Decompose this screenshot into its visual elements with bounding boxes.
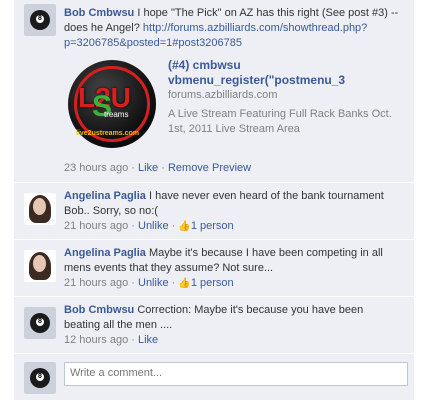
face-shape (33, 198, 46, 215)
avatar[interactable]: 8 (24, 4, 56, 36)
eight-ball-icon: 8 (30, 368, 50, 388)
comment-item: Angelina Paglia I have never even heard … (14, 183, 414, 240)
comment-time[interactable]: 23 hours ago (64, 162, 128, 174)
thumbs-up-icon: 👍 (178, 221, 191, 232)
comment-author[interactable]: Angelina Paglia (64, 247, 146, 259)
logo-url: live2ustreams.com (76, 130, 140, 137)
thumbs-up-icon: 👍 (178, 278, 191, 289)
logo-streams: treams (104, 110, 129, 119)
preview-text: (#4) cmbwsu vbmenu_register("postmenu_3 … (168, 58, 404, 137)
comment-time[interactable]: 21 hours ago (64, 277, 128, 289)
like-link[interactable]: Like (138, 162, 158, 174)
avatar[interactable] (24, 250, 56, 282)
eight-ball-icon: 8 (30, 313, 50, 333)
preview-thumbnail[interactable]: L2U S treams live2ustreams.com (68, 60, 156, 148)
comment-item: 8 Bob Cmbwsu Correction: Maybe it's beca… (14, 297, 414, 354)
comment-author[interactable]: Bob Cmbwsu (64, 304, 134, 316)
comment-item: Angelina Paglia Maybe it's because I hav… (14, 240, 414, 297)
comment-thread: 8 Bob Cmbwsu I hope "The Pick" on AZ has… (14, 0, 414, 401)
comment-body: Angelina Paglia Maybe it's because I hav… (64, 246, 402, 291)
avatar: 8 (24, 362, 56, 394)
preview-description: A Live Stream Featuring Full Rack Banks … (168, 108, 392, 135)
comment-time[interactable]: 21 hours ago (64, 220, 128, 232)
unlike-link[interactable]: Unlike (138, 277, 169, 289)
remove-preview-link[interactable]: Remove Preview (168, 162, 251, 174)
comment-composer: 8 Write a comment... (14, 354, 414, 401)
comment-meta: 21 hours ago · Unlike · 👍1 person (64, 220, 234, 232)
eight-ball-icon: 8 (30, 10, 50, 30)
face-shape (33, 255, 46, 272)
comment-time[interactable]: 12 hours ago (64, 334, 128, 346)
like-link[interactable]: Like (138, 334, 158, 346)
comment-meta: 21 hours ago · Unlike · 👍1 person (64, 277, 234, 289)
comment-meta: 12 hours ago · Like (64, 334, 159, 346)
comment-meta: 23 hours ago · Like · Remove Preview (64, 162, 252, 174)
comment-input[interactable]: Write a comment... (64, 362, 408, 386)
comment-body: Bob Cmbwsu I hope "The Pick" on AZ has t… (64, 6, 402, 51)
comment-body: Bob Cmbwsu Correction: Maybe it's becaus… (64, 303, 402, 348)
likes-count-link[interactable]: 1 person (191, 277, 234, 289)
comment-body: Angelina Paglia I have never even heard … (64, 189, 402, 234)
avatar[interactable] (24, 193, 56, 225)
preview-domain: forums.azbilliards.com (168, 89, 278, 101)
preview-title[interactable]: (#4) cmbwsu vbmenu_register("postmenu_3 (168, 58, 404, 88)
comment-author[interactable]: Angelina Paglia (64, 190, 146, 202)
likes-count-link[interactable]: 1 person (191, 220, 234, 232)
link-preview[interactable]: L2U S treams live2ustreams.com (#4) cmbw… (64, 58, 404, 148)
comment-item: 8 Bob Cmbwsu I hope "The Pick" on AZ has… (14, 0, 414, 183)
avatar[interactable]: 8 (24, 307, 56, 339)
unlike-link[interactable]: Unlike (138, 220, 169, 232)
comment-author[interactable]: Bob Cmbwsu (64, 7, 134, 19)
